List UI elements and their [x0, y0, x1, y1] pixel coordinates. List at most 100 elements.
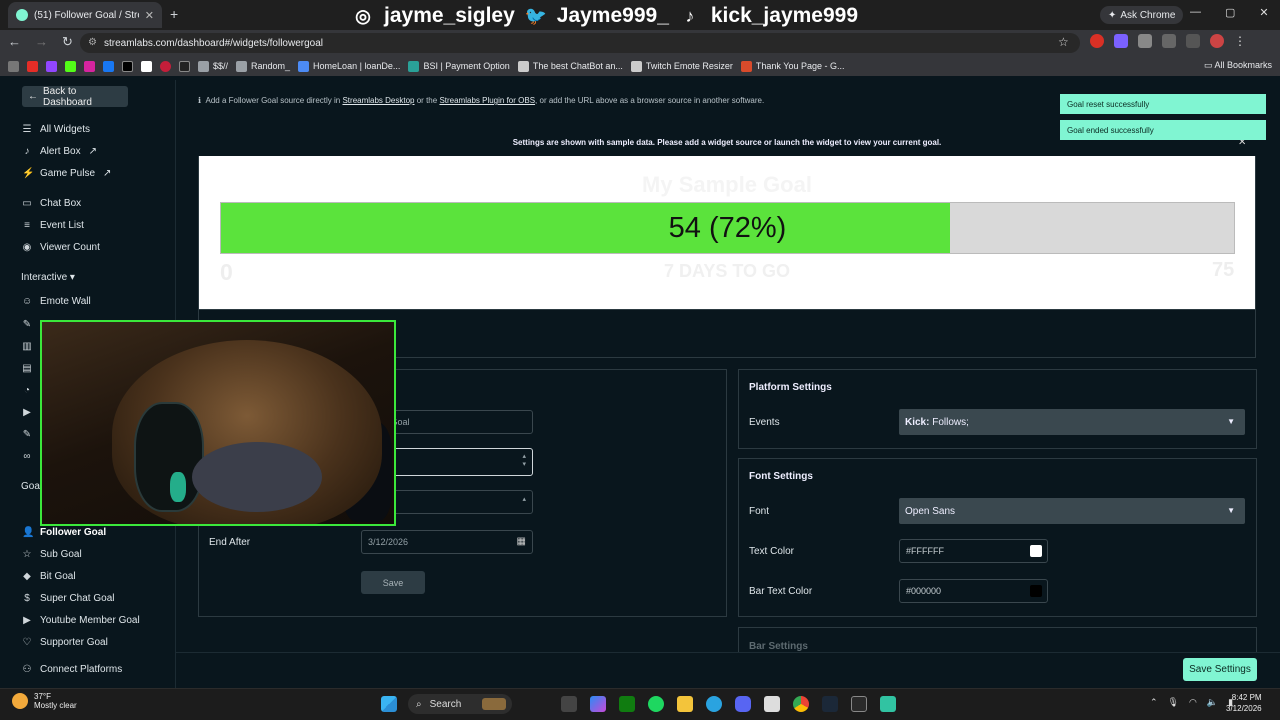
- bookmark-item[interactable]: The best ChatBot an...: [517, 60, 623, 72]
- forward-icon[interactable]: →: [35, 34, 48, 50]
- new-tab-icon[interactable]: +: [170, 6, 178, 22]
- end-after-date-input[interactable]: 3/12/2026 ▦: [361, 530, 533, 554]
- sidebar-item-hidden[interactable]: ◔: [22, 385, 32, 396]
- profile-avatar-icon[interactable]: [1210, 34, 1224, 48]
- sidebar-item-viewer-count[interactable]: ◉ Viewer Count: [22, 242, 100, 253]
- reload-icon[interactable]: ↻: [62, 34, 73, 50]
- font-select[interactable]: Open Sans ▼: [899, 498, 1245, 524]
- chevron-up-icon[interactable]: ⌃: [1150, 697, 1158, 708]
- facebook-bookmark-icon[interactable]: [103, 60, 114, 72]
- star-icon: ☆: [22, 549, 32, 560]
- text-color-input[interactable]: #FFFFFF: [899, 539, 1048, 563]
- sidebar-item-sub-goal[interactable]: ☆ Sub Goal: [22, 549, 82, 560]
- apps-icon[interactable]: [8, 60, 19, 72]
- bookmark-item[interactable]: BSI | Payment Option: [408, 60, 510, 72]
- copilot-icon[interactable]: [590, 696, 606, 712]
- stepper-icon[interactable]: ▴ ▾: [522, 453, 526, 469]
- instagram-bookmark-icon[interactable]: [84, 60, 95, 72]
- sidebar-item-super-chat-goal[interactable]: $ Super Chat Goal: [22, 593, 114, 604]
- xbox-icon[interactable]: [619, 696, 635, 712]
- task-view-icon[interactable]: [561, 696, 577, 712]
- sidebar-item-hidden[interactable]: ▥: [22, 341, 32, 352]
- sidebar-item-hidden[interactable]: ∞: [22, 451, 32, 462]
- bookmark-item[interactable]: HomeLoan | loanDe...: [298, 60, 400, 72]
- text-color-swatch[interactable]: [1030, 545, 1042, 557]
- sidebar-item-emote-wall[interactable]: ☺ Emote Wall: [22, 296, 91, 307]
- bookmark-icon[interactable]: [179, 60, 190, 72]
- sidebar-item-hidden[interactable]: ✎: [22, 319, 32, 330]
- weather-desc: Mostly clear: [34, 701, 77, 710]
- weather-widget[interactable]: 37°F Mostly clear: [12, 692, 77, 710]
- all-bookmarks[interactable]: ▭ All Bookmarks: [1204, 60, 1272, 71]
- bar-text-color-input[interactable]: #000000: [899, 579, 1048, 603]
- chrome-icon[interactable]: [793, 696, 809, 712]
- store-icon[interactable]: [764, 696, 780, 712]
- bookmark-star-icon[interactable]: ☆: [1058, 35, 1069, 49]
- wifi-icon[interactable]: ◠: [1189, 697, 1197, 708]
- mic-icon[interactable]: 🎙: [1168, 697, 1179, 708]
- toast-goal-reset[interactable]: Goal reset successfully: [1060, 94, 1266, 114]
- sidebar-item-follower-goal[interactable]: 👤 Follower Goal: [22, 527, 106, 538]
- sidebar-item-event-list[interactable]: ≡ Event List: [22, 220, 84, 231]
- bookmark-item[interactable]: Twitch Emote Resizer: [630, 60, 733, 72]
- events-select[interactable]: Kick: Follows; ▼: [899, 409, 1245, 435]
- twitch-bookmark-icon[interactable]: [46, 60, 57, 72]
- steam-icon[interactable]: [822, 696, 838, 712]
- stepper-icon[interactable]: ▴: [522, 495, 526, 503]
- extension-icon[interactable]: [1138, 34, 1152, 48]
- browser-tab[interactable]: (51) Follower Goal / Streamlabs ✕: [8, 2, 162, 28]
- sidebar-item-all-widgets[interactable]: ☰ All Widgets: [22, 124, 91, 135]
- ask-chrome-button[interactable]: ✦ Ask Chrome: [1100, 6, 1184, 24]
- sidepanel-icon[interactable]: [1186, 34, 1200, 48]
- discord-icon[interactable]: [735, 696, 751, 712]
- close-window-icon[interactable]: ✕: [1259, 6, 1268, 19]
- bookmark-item[interactable]: $$//: [198, 60, 228, 72]
- epic-games-icon[interactable]: [851, 696, 867, 712]
- bookmark-icon[interactable]: [160, 60, 171, 72]
- telegram-icon[interactable]: [706, 696, 722, 712]
- toast-goal-ended[interactable]: Goal ended successfully: [1060, 120, 1266, 140]
- extension-icon[interactable]: [1090, 34, 1104, 48]
- taskbar-clock[interactable]: 8:42 PM 3/12/2026: [1226, 692, 1262, 714]
- site-info-icon[interactable]: ⚙: [88, 37, 97, 48]
- youtube-bookmark-icon[interactable]: [27, 60, 38, 72]
- close-tab-icon[interactable]: ✕: [145, 9, 154, 22]
- sidebar-item-hidden[interactable]: ✎: [22, 429, 32, 440]
- bookmark-item[interactable]: Thank You Page - G...: [740, 60, 844, 72]
- extension-icon[interactable]: [1114, 34, 1128, 48]
- maximize-icon[interactable]: ▢: [1225, 6, 1235, 19]
- back-to-dashboard-button[interactable]: ← Back to Dashboard: [22, 86, 128, 108]
- windows-start-icon[interactable]: [381, 696, 397, 712]
- taskbar-search[interactable]: ⌕ Search: [408, 694, 512, 714]
- file-explorer-icon[interactable]: [677, 696, 693, 712]
- volume-icon[interactable]: 🔈: [1207, 697, 1218, 708]
- streamlabs-desktop-link[interactable]: Streamlabs Desktop: [342, 96, 414, 105]
- sidebar-item-alert-box[interactable]: ♪ Alert Box ↗: [22, 146, 97, 157]
- sidebar-item-youtube-member-goal[interactable]: ▶ Youtube Member Goal: [22, 615, 140, 626]
- sidebar-item-hidden[interactable]: ▤: [22, 363, 32, 374]
- sidebar-item-connect-platforms[interactable]: ⚇ Connect Platforms: [22, 664, 123, 675]
- sidebar-item-bit-goal[interactable]: ◆ Bit Goal: [22, 571, 75, 582]
- save-settings-button[interactable]: Save Settings: [1183, 658, 1257, 681]
- bookmark-item[interactable]: Random_: [236, 60, 290, 72]
- goals-heading[interactable]: Goa: [21, 481, 40, 492]
- sidebar-item-game-pulse[interactable]: ⚡ Game Pulse ↗: [22, 168, 111, 179]
- puzzle-icon[interactable]: [1162, 34, 1176, 48]
- bar-text-color-swatch[interactable]: [1030, 585, 1042, 597]
- sidebar-item-supporter-goal[interactable]: ♡ Supporter Goal: [22, 637, 108, 648]
- menu-icon[interactable]: ⋮: [1234, 34, 1248, 48]
- sidebar-item-hidden[interactable]: ▶: [22, 407, 32, 418]
- sidebar-item-chat-box[interactable]: ▭ Chat Box: [22, 198, 81, 209]
- calendar-icon[interactable]: ▦: [517, 536, 526, 547]
- streamlabs-icon[interactable]: [880, 696, 896, 712]
- back-icon[interactable]: ←: [8, 34, 21, 50]
- bookmark-icon[interactable]: [141, 60, 152, 72]
- save-button[interactable]: Save: [361, 571, 425, 594]
- kick-bookmark-icon[interactable]: [65, 60, 76, 72]
- spotify-icon[interactable]: [648, 696, 664, 712]
- address-bar[interactable]: ⚙ streamlabs.com/dashboard#/widgets/follo…: [80, 33, 1080, 53]
- minimize-icon[interactable]: —: [1190, 6, 1201, 19]
- x-bookmark-icon[interactable]: [122, 60, 133, 72]
- obs-plugin-link[interactable]: Streamlabs Plugin for OBS: [439, 96, 535, 105]
- interactive-heading[interactable]: Interactive ▾: [21, 272, 75, 283]
